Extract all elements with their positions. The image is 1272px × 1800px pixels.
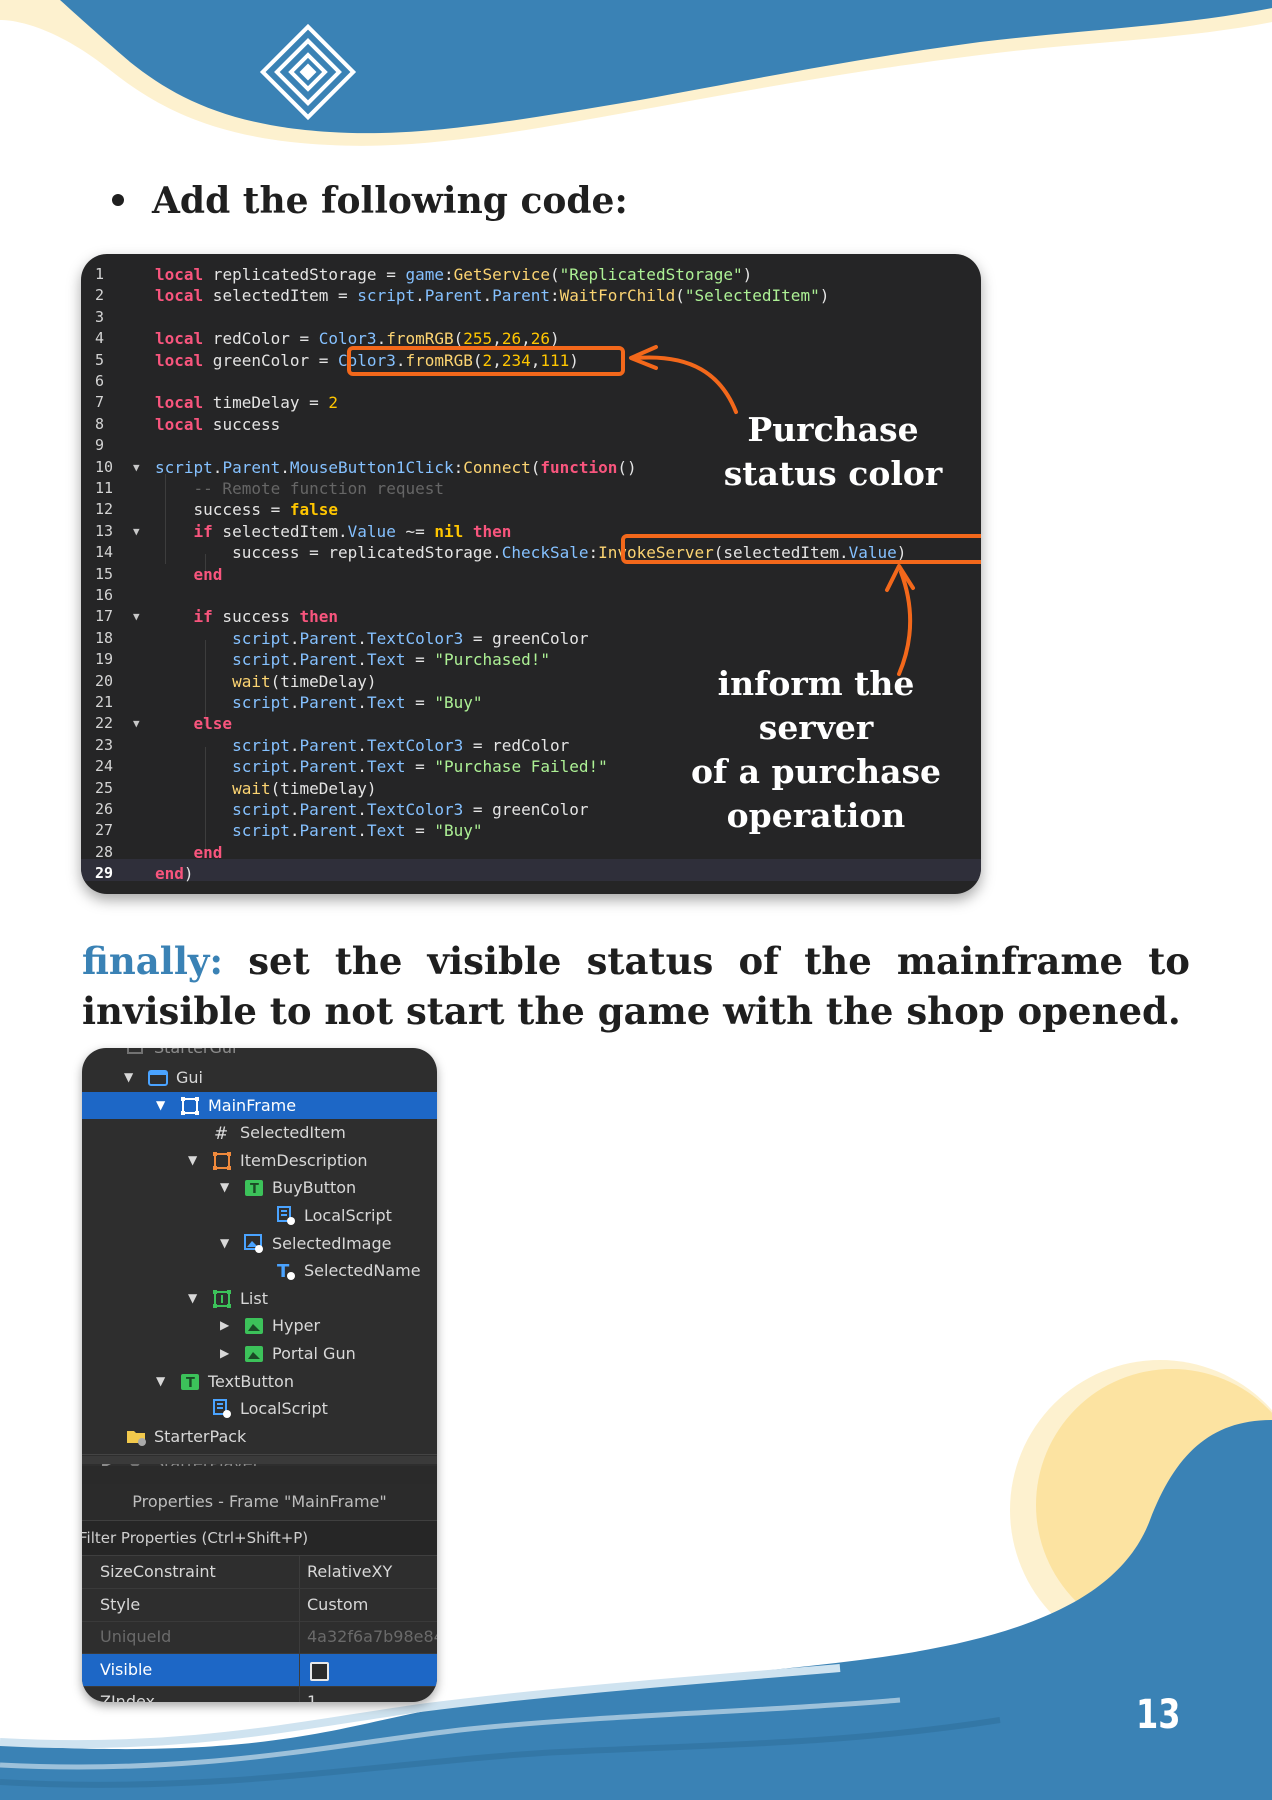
explorer-tree-item[interactable]: ▼ SelectedImage [82, 1230, 437, 1257]
tree-item-label: LocalScript [304, 1206, 392, 1225]
expand-arrow-icon[interactable]: ▼ [156, 1092, 165, 1119]
starter-pack-icon [126, 1427, 146, 1446]
tree-item-label: StarterPack [154, 1426, 247, 1446]
tree-item-label: StarterGui [154, 1048, 237, 1061]
svg-text:T: T [250, 1182, 259, 1197]
explorer-tree-item[interactable]: ▼ List [82, 1285, 437, 1312]
paragraph-highlight: finally: [82, 939, 224, 983]
property-value[interactable]: RelativeXY [307, 1556, 392, 1588]
expand-arrow-icon[interactable]: ▼ [156, 1368, 165, 1395]
annotation-line: operation [726, 796, 906, 835]
expand-arrow-icon[interactable]: ▼ [220, 1174, 229, 1201]
local-script-icon [212, 1399, 231, 1419]
explorer-tree-item[interactable]: ▼ T BuyButton [82, 1174, 437, 1201]
expand-arrow-icon[interactable]: ▼ [124, 1064, 133, 1091]
expand-arrow-icon[interactable]: ▼ [220, 1230, 229, 1257]
property-name: UniqueId [100, 1627, 172, 1646]
text-button-icon: T [180, 1372, 199, 1391]
property-row[interactable]: ZIndex 1 [82, 1686, 437, 1702]
annotation-line: inform the server [717, 664, 915, 747]
tree-item-label: LocalScript [240, 1399, 328, 1419]
explorer-tree-item[interactable]: T SelectedName [82, 1257, 437, 1284]
column-divider [299, 1556, 300, 1588]
column-divider [299, 1653, 300, 1686]
code-editor-screenshot: 1 local replicatedStorage = game:GetServi… [81, 254, 981, 894]
column-divider [299, 1686, 300, 1702]
explorer-tree-item[interactable]: ▼ Gui [82, 1064, 437, 1091]
property-value[interactable]: Custom [307, 1589, 368, 1621]
properties-title: Properties - Frame "MainFrame" [82, 1484, 437, 1520]
tree-item-label: SelectedImage [272, 1233, 392, 1253]
tree-item-label: ItemDescription [240, 1150, 368, 1170]
annotation-status-color: Purchase status color [723, 410, 943, 493]
tree-item-label: SelectedItem [240, 1123, 346, 1143]
text-label-icon: T [276, 1261, 295, 1282]
property-name: Style [100, 1594, 141, 1614]
explorer-tree-item[interactable]: ▶ Portal Gun [82, 1340, 437, 1367]
frame-icon [212, 1151, 231, 1170]
image-button-icon [244, 1344, 263, 1362]
property-row[interactable]: Style Custom [82, 1588, 437, 1622]
divider [82, 1454, 437, 1455]
tree-item-label: TextButton [208, 1371, 294, 1391]
horizontal-scrollbar[interactable] [82, 1456, 437, 1464]
bullet-heading: Add the following code: [112, 180, 628, 222]
filter-properties-input[interactable]: Filter Properties (Ctrl+Shift+P) [82, 1520, 437, 1556]
filter-placeholder: Filter Properties (Ctrl+Shift+P) [82, 1529, 309, 1547]
explorer-tree-item[interactable]: StarterGui [82, 1048, 437, 1061]
tree-item-label: Gui [176, 1068, 203, 1087]
explorer-tree-item[interactable]: ▼ T TextButton [82, 1368, 437, 1395]
collapse-arrow-icon[interactable]: ▶ [220, 1312, 229, 1339]
property-row[interactable]: Visible [82, 1653, 437, 1687]
explorer-tree-item[interactable]: LocalScript [82, 1395, 437, 1422]
screen-gui-icon [148, 1068, 168, 1086]
property-value[interactable]: 1 [307, 1686, 317, 1702]
svg-text:#: # [214, 1124, 228, 1142]
tree-item-label: Portal Gun [272, 1344, 356, 1363]
property-name: SizeConstraint [100, 1562, 216, 1581]
expand-arrow-icon[interactable]: ▼ [188, 1285, 197, 1312]
local-script-icon [276, 1206, 295, 1225]
folder-icon [126, 1048, 144, 1056]
number-value-icon: # [212, 1123, 230, 1144]
annotation-line: of a purchase [690, 752, 942, 791]
property-name: ZIndex [100, 1692, 156, 1702]
property-row[interactable]: SizeConstraint RelativeXY [82, 1556, 437, 1589]
tree-item-label: Hyper [272, 1316, 321, 1336]
column-divider [299, 1621, 300, 1653]
image-label-icon [244, 1233, 263, 1253]
property-name: Visible [100, 1659, 153, 1679]
instruction-paragraph: finally: set the visible status of the m… [82, 936, 1190, 1036]
svg-text:T: T [186, 1376, 195, 1391]
page-number: 13 [1136, 1692, 1181, 1738]
explorer-tree-item[interactable]: ▼ MainFrame [82, 1091, 437, 1119]
explorer-screenshot: StarterGui ▼ Gui ▼ MainFrame # SelectedItem ▼ It… [82, 1048, 437, 1702]
explorer-tree-item[interactable]: # SelectedItem [82, 1119, 437, 1146]
property-row[interactable]: UniqueId 4a32f6a7b98e84 [82, 1621, 437, 1654]
text-button-icon: T [244, 1178, 263, 1197]
tree-item-label: List [240, 1288, 268, 1308]
explorer-tree-item[interactable]: ▶ Hyper [82, 1312, 437, 1339]
paragraph-text: set the visible status of the mainframe … [82, 939, 1190, 1033]
tree-item-label: BuyButton [272, 1178, 357, 1198]
collapse-arrow-icon[interactable]: ▶ [220, 1340, 229, 1367]
tree-item-label: SelectedName [304, 1261, 421, 1281]
property-value[interactable]: 4a32f6a7b98e84 [307, 1621, 437, 1653]
bullet-text: Add the following code: [152, 180, 628, 222]
explorer-tree-item[interactable]: ▼ ItemDescription [82, 1147, 437, 1174]
explorer-tree-item[interactable]: StarterPack [82, 1423, 437, 1450]
bullet-dot [112, 194, 124, 206]
scrolling-frame-icon [212, 1289, 231, 1308]
visible-checkbox[interactable] [310, 1661, 329, 1681]
expand-arrow-icon[interactable]: ▼ [188, 1147, 197, 1174]
tree-item-label: MainFrame [208, 1095, 297, 1115]
explorer-tree-item[interactable]: LocalScript [82, 1202, 437, 1229]
column-divider [299, 1588, 300, 1621]
image-button-icon [244, 1316, 263, 1335]
annotation-inform-server: inform the server of a purchase operatio… [671, 662, 961, 838]
frame-icon [180, 1096, 199, 1115]
